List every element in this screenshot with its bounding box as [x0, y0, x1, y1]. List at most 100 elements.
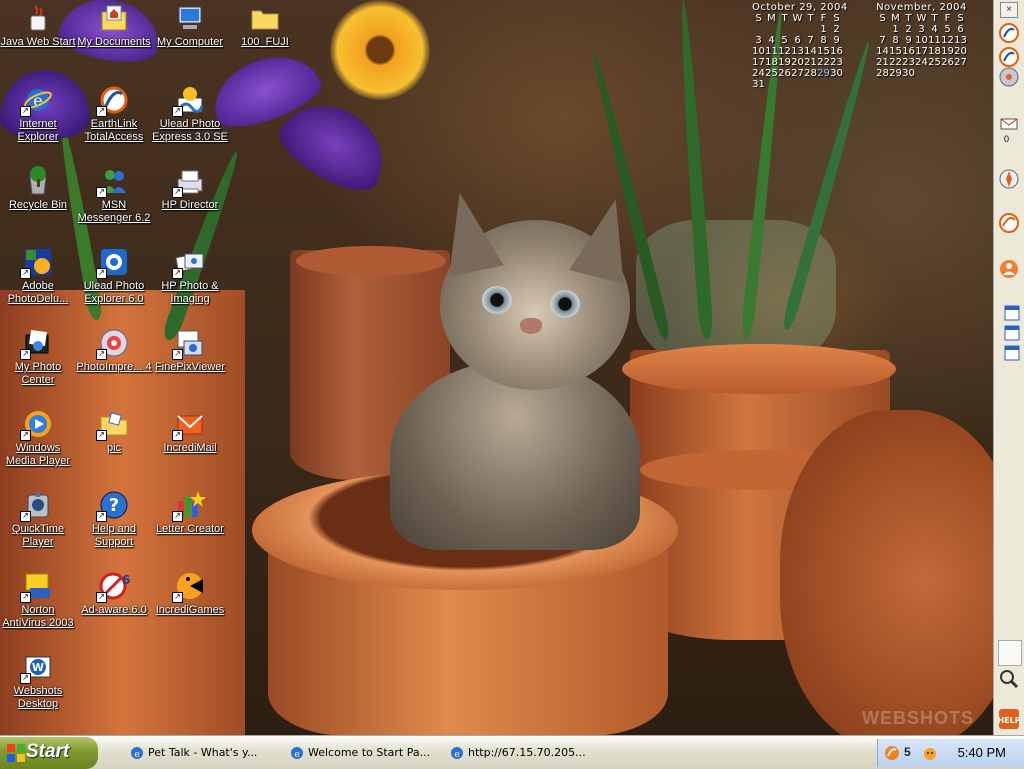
- calendar-date: 14: [876, 46, 889, 57]
- taskbar-task-button[interactable]: e Welcome to Start Pa...: [286, 741, 438, 765]
- desktop-icon[interactable]: ↗ IncrediMail: [152, 408, 228, 455]
- desktop-icon[interactable]: ↗ HP Photo & Imaging: [152, 246, 228, 306]
- desktop-icon[interactable]: Java Web Start: [0, 2, 76, 49]
- desktop-icon[interactable]: ↗ IncrediGames: [152, 570, 228, 617]
- clock[interactable]: 5:40 PM: [958, 745, 1006, 760]
- compass-icon[interactable]: [998, 168, 1020, 190]
- adobe-photodeluxe-icon: ↗: [20, 246, 54, 279]
- desktop-icon[interactable]: ↗ PhotoImpre... 4: [76, 327, 152, 374]
- calendar-weekday: S: [755, 13, 762, 24]
- shortcut-arrow-icon: ↗: [172, 106, 183, 117]
- tray-badge[interactable]: 5: [904, 745, 920, 761]
- sidebar-close-button[interactable]: ×: [1000, 2, 1018, 18]
- calendar-date: 20: [791, 57, 804, 68]
- shortcut-arrow-icon: ↗: [96, 187, 107, 198]
- desktop-icon[interactable]: ↗ Ulead Photo Explorer 6.0: [76, 246, 152, 306]
- shortcut-arrow-icon: ↗: [20, 430, 31, 441]
- shortcut-arrow-icon: ↗: [20, 673, 31, 684]
- ulead-photo-express-icon: ↗: [172, 84, 206, 117]
- desktop-icon[interactable]: ↗ My Photo Center: [0, 327, 76, 387]
- shortcut-arrow-icon: ↗: [96, 106, 107, 117]
- calendar-date: 9: [833, 35, 840, 46]
- calendar-weekday: F: [944, 13, 951, 24]
- taskbar-task-button[interactable]: e Pet Talk - What's y...: [126, 741, 278, 765]
- desktop-icon[interactable]: ↗ Windows Media Player: [0, 408, 76, 468]
- desktop-icon[interactable]: Recycle Bin: [0, 165, 76, 212]
- ie-icon: e: [130, 746, 144, 760]
- incredimail-icon: ↗: [172, 408, 206, 441]
- pic-folder-icon: ↗: [96, 408, 130, 441]
- disc-icon[interactable]: [998, 66, 1020, 88]
- desktop-icon-label: PhotoImpre... 4: [76, 361, 152, 373]
- desktop-icon[interactable]: ? ↗ Help and Support: [76, 489, 152, 549]
- desktop-icon-label: Help and Support: [91, 523, 137, 548]
- window-icon[interactable]: [1001, 322, 1020, 341]
- earthlink-icon[interactable]: [998, 22, 1020, 44]
- desktop-icon-label: My Photo Center: [14, 361, 62, 386]
- desktop-icon-label: Internet Explorer: [17, 118, 59, 143]
- user-icon[interactable]: [998, 258, 1020, 280]
- internet-explorer-icon: e ↗: [20, 84, 54, 117]
- shortcut-arrow-icon: ↗: [172, 430, 183, 441]
- calendar-date: 2: [833, 24, 840, 35]
- desktop-icon[interactable]: ↗ pic: [76, 408, 152, 455]
- shortcut-arrow-icon: ↗: [172, 592, 183, 603]
- wallpaper-watermark: WEBSHOTS: [862, 708, 975, 728]
- calendar-grid: S M T W T F S 1 2 3 4 5 6 7 8 9 10 11 12 13 14 15 16 17 18 19 20 21…: [752, 13, 848, 90]
- desktop-icon[interactable]: ↗ EarthLink TotalAccess: [76, 84, 152, 144]
- mail-icon[interactable]: [998, 114, 1020, 136]
- ulead-photo-explorer-icon: ↗: [96, 246, 130, 279]
- calendar-date: 9: [905, 35, 912, 46]
- desktop-icon[interactable]: ↗ MSN Messenger 6.2: [76, 165, 152, 225]
- desktop-icon[interactable]: ↗ QuickTime Player: [0, 489, 76, 549]
- magnifier-icon[interactable]: [998, 668, 1020, 690]
- calendar-date: [752, 24, 765, 35]
- desktop-icon[interactable]: ↗ Adobe PhotoDelu...: [0, 246, 76, 306]
- calendar-date: 24: [752, 68, 765, 79]
- calendar-date: [778, 24, 791, 35]
- earthlink-tray-icon[interactable]: [884, 745, 900, 761]
- window-icon[interactable]: [1001, 342, 1020, 361]
- calendar-date: 5: [781, 35, 788, 46]
- earthlink-icon[interactable]: [998, 46, 1020, 68]
- folder-icon: [249, 2, 281, 34]
- incredimail-tray-icon[interactable]: [922, 745, 938, 761]
- taskbar-task-button[interactable]: e http://67.15.70.205...: [446, 741, 598, 765]
- desktop-icon[interactable]: ↗ Norton AntiVirus 2003: [0, 570, 76, 630]
- desktop-icon[interactable]: My Computer: [152, 2, 228, 49]
- wallpaper-pot: [780, 410, 994, 736]
- earthlink-sidebar: × HELP 0: [993, 0, 1024, 736]
- msn-messenger-icon: ↗: [96, 165, 130, 198]
- desktop-icon-label: Java Web Start: [0, 36, 76, 48]
- calendar-date: 23: [830, 57, 843, 68]
- desktop-icon[interactable]: e ↗ Internet Explorer: [0, 84, 76, 144]
- incredigames-icon: ↗: [172, 570, 206, 603]
- calendar-date: 27: [791, 68, 804, 79]
- desktop-icon[interactable]: 100_FUJI: [227, 2, 303, 49]
- desktop-icon[interactable]: ↗ HP Director: [152, 165, 228, 212]
- desktop-icon[interactable]: 6 ↗ Ad-aware 6.0: [76, 570, 152, 617]
- calendar-date: 16: [830, 46, 843, 57]
- earthlink-search-icon[interactable]: [998, 212, 1020, 234]
- desktop-icon[interactable]: ↗ FinePixViewer: [152, 327, 228, 374]
- wallpaper-kitten-body: [390, 360, 640, 550]
- calendar-date: 7: [879, 35, 886, 46]
- calendar-date: 6: [957, 24, 964, 35]
- desktop-icon[interactable]: W ↗ Webshots Desktop: [0, 651, 76, 711]
- start-button[interactable]: Start: [0, 737, 98, 769]
- desktop-icon-label: IncrediGames: [155, 604, 225, 616]
- window-icon[interactable]: [1001, 302, 1020, 321]
- help-icon[interactable]: HELP: [998, 708, 1020, 730]
- desktop-icon[interactable]: ↗ Letter Creator: [152, 489, 228, 536]
- desktop-icon[interactable]: My Documents: [76, 2, 152, 49]
- sidebar-scrollbar[interactable]: [998, 640, 1022, 666]
- desktop-icon[interactable]: ↗ Ulead Photo Express 3.0 SE: [152, 84, 228, 144]
- shortcut-arrow-icon: ↗: [20, 511, 31, 522]
- calendar-weekday: W: [792, 13, 803, 24]
- calendar-weekday: T: [807, 13, 814, 24]
- desktop-icon-label: QuickTime Player: [11, 523, 65, 548]
- shortcut-arrow-icon: ↗: [96, 592, 107, 603]
- calendar-date: [791, 24, 804, 35]
- earthlink-icon: ↗: [96, 84, 130, 117]
- calendar-date: 10: [752, 46, 765, 57]
